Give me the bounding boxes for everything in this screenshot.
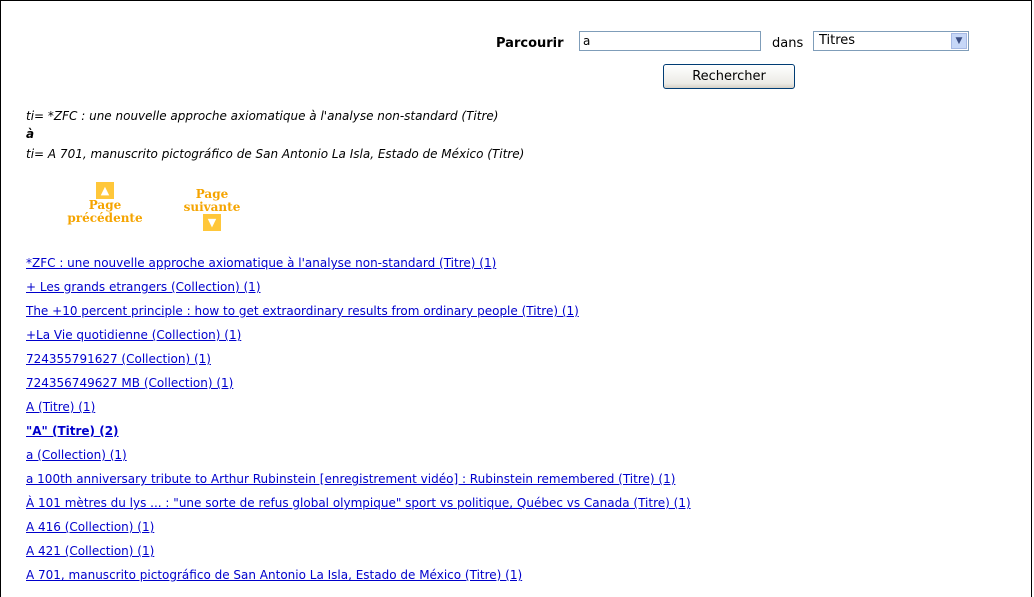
list-item: 724356749627 MB (Collection) (1) xyxy=(26,376,691,400)
scope-selected-value: Titres xyxy=(819,33,856,48)
range-from: ti= *ZFC : une nouvelle approche axiomat… xyxy=(26,109,499,123)
list-item: "A" (Titre) (2) xyxy=(26,424,691,448)
list-item: A 701, manuscrito pictográfico de San An… xyxy=(26,568,691,592)
scope-label: dans xyxy=(772,36,804,51)
list-item: A 416 (Collection) (1) xyxy=(26,520,691,544)
result-link[interactable]: 724355791627 (Collection) (1) xyxy=(26,352,211,366)
search-row: Parcourir dans Titres ▼ xyxy=(1,30,1031,56)
result-link[interactable]: 724356749627 MB (Collection) (1) xyxy=(26,376,233,390)
list-item: The +10 percent principle : how to get e… xyxy=(26,304,691,328)
range-to: ti= A 701, manuscrito pictográfico de Sa… xyxy=(26,147,525,161)
result-link[interactable]: + Les grands etrangers (Collection) (1) xyxy=(26,280,261,294)
chevron-down-icon[interactable]: ▼ xyxy=(951,33,967,49)
list-item: 724355791627 (Collection) (1) xyxy=(26,352,691,376)
list-item: a (Collection) (1) xyxy=(26,448,691,472)
page-frame: Parcourir dans Titres ▼ Rechercher ti= *… xyxy=(0,0,1032,597)
result-link[interactable]: *ZFC : une nouvelle approche axiomatique… xyxy=(26,256,496,270)
next-page-button[interactable]: Page suivante ▼ xyxy=(172,188,252,231)
result-link[interactable]: A (Titre) (1) xyxy=(26,400,95,414)
list-item: + Les grands etrangers (Collection) (1) xyxy=(26,280,691,304)
scope-select[interactable]: Titres ▼ xyxy=(813,31,969,51)
list-item: A (Titre) (1) xyxy=(26,400,691,424)
browse-label: Parcourir xyxy=(496,36,564,51)
list-item: A 421 (Collection) (1) xyxy=(26,544,691,568)
search-button[interactable]: Rechercher xyxy=(663,64,795,89)
result-link-current[interactable]: "A" (Titre) (2) xyxy=(26,424,119,438)
result-link[interactable]: a 100th anniversary tribute to Arthur Ru… xyxy=(26,472,675,486)
prev-page-label-2: précédente xyxy=(67,211,143,225)
result-link[interactable]: A 421 (Collection) (1) xyxy=(26,544,154,558)
results-list: *ZFC : une nouvelle approche axiomatique… xyxy=(26,256,691,592)
arrow-up-icon: ▲ xyxy=(96,182,114,199)
list-item: +La Vie quotidienne (Collection) (1) xyxy=(26,328,691,352)
list-item: *ZFC : une nouvelle approche axiomatique… xyxy=(26,256,691,280)
result-link[interactable]: +La Vie quotidienne (Collection) (1) xyxy=(26,328,241,342)
arrow-down-icon: ▼ xyxy=(203,214,221,231)
prev-page-button[interactable]: ▲ Page précédente xyxy=(55,182,155,225)
result-link[interactable]: The +10 percent principle : how to get e… xyxy=(26,304,579,318)
result-link[interactable]: A 416 (Collection) (1) xyxy=(26,520,154,534)
next-page-label-2: suivante xyxy=(183,200,241,214)
range-to-word: à xyxy=(26,127,35,141)
result-link[interactable]: À 101 mètres du lys ... : "une sorte de … xyxy=(26,496,691,510)
search-input[interactable] xyxy=(579,31,761,51)
result-link[interactable]: A 701, manuscrito pictográfico de San An… xyxy=(26,568,522,582)
result-link[interactable]: a (Collection) (1) xyxy=(26,448,127,462)
list-item: À 101 mètres du lys ... : "une sorte de … xyxy=(26,496,691,520)
list-item: a 100th anniversary tribute to Arthur Ru… xyxy=(26,472,691,496)
